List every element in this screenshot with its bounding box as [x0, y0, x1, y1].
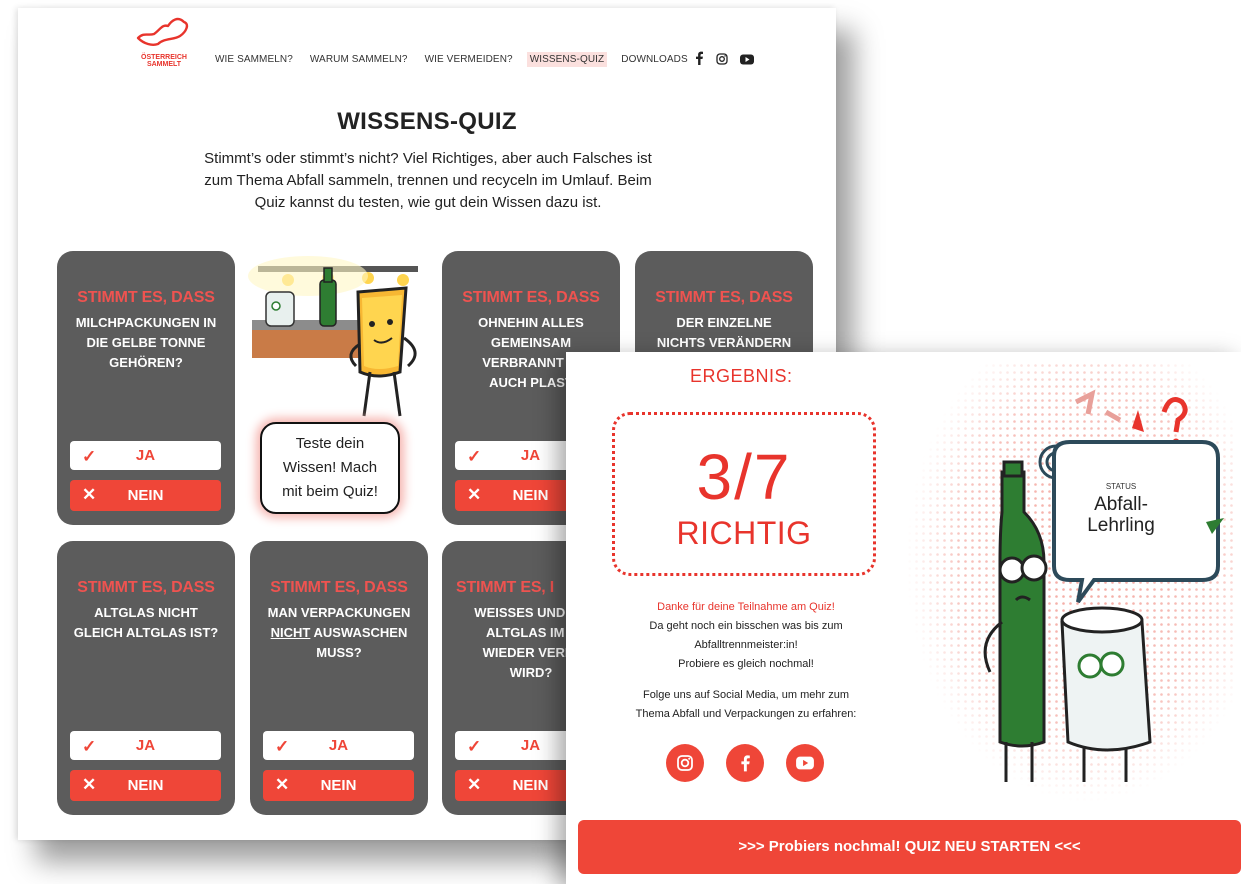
question-line: GEMEINSAM: [490, 335, 572, 350]
no-label: NEIN: [127, 487, 164, 504]
quiz-card: STIMMT ES, DASS ALTGLAS NICHT GLEICH ALT…: [57, 541, 235, 815]
intro-line: Stimmt’s oder stimmt’s nicht? Viel Richt…: [204, 150, 652, 167]
youtube-icon[interactable]: [740, 52, 754, 70]
question-line: DIE GELBE TONNE: [86, 335, 206, 350]
card-kicker: STIMMT ES, DASS: [462, 289, 600, 306]
no-label: NEIN: [127, 777, 164, 794]
logo-line-2: SAMMELT: [146, 61, 182, 68]
question-line: MAN VERPACKUNGEN: [267, 605, 411, 620]
card-kicker: STIMMT ES, DASS: [270, 579, 408, 596]
header-social: [694, 51, 754, 70]
facebook-icon[interactable]: [694, 51, 704, 70]
result-panel: ERGEBNIS: 3/7 RICHTIG Danke für deine Te…: [566, 352, 1241, 884]
underlined-word: NICHT: [270, 625, 311, 640]
status-bubble: STATUS Abfall- Lehrling: [1046, 448, 1216, 568]
quiz-card: STIMMT ES, DASS MAN VERPACKUNGEN NICHT A…: [250, 541, 428, 815]
question-line: NICHTS VERÄNDERN: [656, 335, 792, 350]
question-line: MUSS?: [316, 645, 362, 660]
no-label: NEIN: [320, 777, 357, 794]
follow-line: Folge uns auf Social Media, um mehr zum: [642, 689, 850, 701]
intro-text: Stimmt’s oder stimmt’s nicht? Viel Richt…: [198, 148, 658, 214]
speech-bubble: Teste dein Wissen! Mach mit beim Quiz!: [260, 422, 400, 514]
no-button[interactable]: ✕ NEIN: [263, 770, 414, 801]
question-line: GEHÖREN?: [109, 355, 183, 370]
message-line: Probiere es gleich nochmal!: [678, 658, 814, 670]
yes-button[interactable]: ✓ JA: [70, 441, 221, 470]
youtube-icon[interactable]: [786, 744, 824, 782]
bubble-line: Wissen! Mach: [282, 459, 378, 476]
score-label: RICHTIG: [676, 515, 812, 551]
instagram-icon[interactable]: [716, 52, 728, 70]
no-button[interactable]: ✕ NEIN: [70, 480, 221, 511]
question-fragment: AUSWASCHEN: [310, 625, 408, 640]
message-line: Da geht noch ein bisschen was bis zum: [649, 620, 843, 632]
instagram-icon[interactable]: [666, 744, 704, 782]
result-message: Danke für deine Teilnahme am Quiz! Da ge…: [586, 598, 906, 674]
bubble-line: Teste dein: [295, 435, 365, 452]
card-question: MAN VERPACKUNGEN NICHT AUSWASCHEN MUSS?: [260, 603, 418, 663]
austria-map-icon: [136, 17, 189, 46]
status-value-line: Lehrling: [1087, 515, 1155, 536]
question-line: GLEICH ALTGLAS IST?: [73, 625, 219, 640]
nav-item-wie-sammeln[interactable]: WIE SAMMELN?: [212, 52, 296, 67]
restart-quiz-button[interactable]: >>> Probiers nochmal! QUIZ NEU STARTEN <…: [578, 820, 1241, 874]
yes-button[interactable]: ✓ JA: [263, 731, 414, 760]
card-kicker: STIMMT ES, DASS: [655, 289, 793, 306]
result-illustration: [906, 362, 1236, 802]
yes-button[interactable]: ✓ JA: [70, 731, 221, 760]
status-value-line: Abfall-: [1094, 494, 1148, 515]
message-line: Abfalltrennmeister:in!: [694, 639, 798, 651]
thanks-text: Danke für deine Teilnahme am Quiz!: [657, 601, 835, 613]
quiz-card: STIMMT ES, DASS MILCHPACKUNGEN IN DIE GE…: [57, 251, 235, 525]
nav-item-downloads[interactable]: DOWNLOADS: [618, 52, 690, 67]
question-line: DER EINZELNE: [676, 315, 772, 330]
question-line: MILCHPACKUNGEN IN: [75, 315, 217, 330]
logo-text: ÖSTERREICH SAMMELT: [130, 54, 198, 68]
intro-line: Quiz kannst du testen, wie gut dein Wiss…: [254, 194, 602, 211]
follow-line: Thema Abfall und Verpackungen zu erfahre…: [635, 708, 857, 720]
status-value: Abfall- Lehrling: [1046, 494, 1196, 536]
intro-line: zum Thema Abfall sammeln, trennen und re…: [204, 172, 652, 189]
nav-item-warum-sammeln[interactable]: WARUM SAMMELN?: [307, 52, 411, 67]
score-box: 3/7 RICHTIG: [612, 412, 876, 576]
question-line: NICHT AUSWASCHEN: [260, 623, 418, 643]
follow-text: Folge uns auf Social Media, um mehr zum …: [586, 686, 906, 724]
no-button[interactable]: ✕ NEIN: [70, 770, 221, 801]
card-question: MILCHPACKUNGEN IN DIE GELBE TONNE GEHÖRE…: [67, 313, 225, 373]
yes-label: JA: [135, 737, 156, 754]
facebook-icon[interactable]: [726, 744, 764, 782]
yes-label: JA: [135, 447, 156, 464]
page-title: WISSENS-QUIZ: [337, 108, 517, 135]
card-question: ALTGLAS NICHT GLEICH ALTGLAS IST?: [67, 603, 225, 643]
card-kicker: STIMMT ES, DASS: [77, 289, 215, 306]
card-kicker: STIMMT ES, DASS: [77, 579, 215, 596]
result-social: [666, 744, 824, 782]
nav-item-wie-vermeiden[interactable]: WIE VERMEIDEN?: [422, 52, 516, 67]
bubble-line: mit beim Quiz!: [282, 483, 378, 500]
site-logo[interactable]: ÖSTERREICH SAMMELT: [130, 12, 198, 68]
score-value: 3/7: [696, 441, 792, 513]
result-heading: ERGEBNIS:: [690, 366, 793, 386]
main-nav: WIE SAMMELN? WARUM SAMMELN? WIE VERMEIDE…: [212, 52, 702, 67]
question-line: ALTGLAS NICHT: [94, 605, 198, 620]
nav-item-wissens-quiz[interactable]: WISSENS-QUIZ: [526, 52, 608, 67]
card-question: DER EINZELNE NICHTS VERÄNDERN: [645, 313, 803, 353]
logo-line-1: ÖSTERREICH: [141, 54, 187, 61]
question-line: OHNEHIN ALLES: [478, 315, 584, 330]
status-label: STATUS: [1105, 482, 1137, 491]
yes-label: JA: [328, 737, 349, 754]
